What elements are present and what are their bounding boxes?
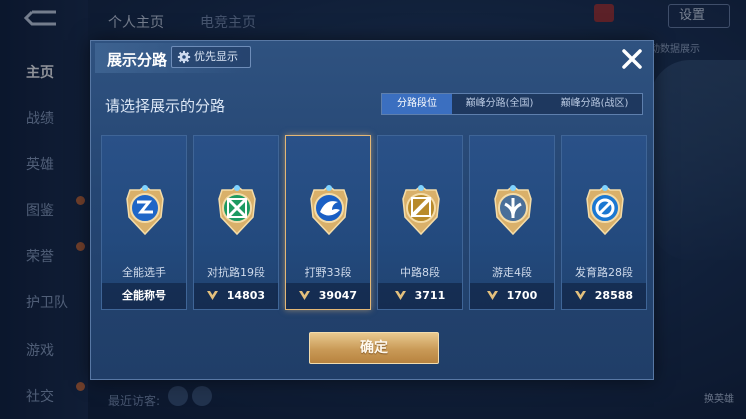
- lane-rank-label: 中路8段: [400, 266, 440, 279]
- lane-card-footer: 39047: [286, 283, 370, 309]
- lane-rank-label: 游走4段: [492, 266, 532, 279]
- rank-score-value: 1700: [506, 289, 538, 302]
- rank-score-value: 14803: [226, 289, 266, 302]
- rank-score-value: 28588: [594, 289, 634, 302]
- lane-card[interactable]: 中路8段 3711: [377, 135, 463, 310]
- priority-display-button[interactable]: 优先显示: [171, 46, 251, 68]
- rank-score-icon: [394, 291, 406, 300]
- all-rounder-icon: [126, 185, 164, 236]
- dialog-subtitle: 请选择展示的分路: [105, 97, 226, 115]
- lane-card-footer: 28588: [562, 283, 646, 309]
- display-lane-dialog: 展示分路 优先显示 请选择展示的分路 分路段位 巅峰分路(全国) 巅峰分路(战区…: [90, 40, 654, 380]
- lane-card-footer: 全能称号: [102, 283, 186, 309]
- mid-lane-icon: [402, 185, 440, 236]
- lane-card[interactable]: 打野33段 39047: [285, 135, 371, 310]
- lane-card-footer: 1700: [470, 283, 554, 309]
- priority-display-label: 优先显示: [194, 50, 238, 63]
- lane-card-list: 全能选手 全能称号 对抗路19段 14803 打野33段 39047 中路8段 …: [101, 135, 647, 310]
- segment-tabs: 分路段位 巅峰分路(全国) 巅峰分路(战区): [381, 93, 643, 115]
- rank-score-icon: [486, 291, 498, 300]
- rank-score-icon: [574, 291, 586, 300]
- rank-score-value: 3711: [414, 289, 446, 302]
- tab-lane-rank[interactable]: 分路段位: [382, 94, 452, 114]
- lane-rank-label: 发育路28段: [575, 266, 633, 279]
- dialog-title: 展示分路: [107, 51, 168, 69]
- rank-score-icon: [298, 291, 310, 300]
- title-label: 全能称号: [122, 289, 166, 302]
- lane-card-footer: 3711: [378, 283, 462, 309]
- gear-icon: [177, 50, 191, 64]
- jungle-icon: [310, 185, 348, 236]
- roam-icon: [494, 185, 532, 236]
- rank-score-value: 39047: [318, 289, 358, 302]
- lane-card[interactable]: 对抗路19段 14803: [193, 135, 279, 310]
- confirm-button[interactable]: 确定: [309, 332, 439, 364]
- close-button[interactable]: [618, 45, 646, 73]
- tab-peak-region[interactable]: 巅峰分路(战区): [547, 94, 642, 114]
- farm-lane-icon: [586, 185, 624, 236]
- tab-peak-national[interactable]: 巅峰分路(全国): [452, 94, 547, 114]
- lane-card[interactable]: 全能选手 全能称号: [101, 135, 187, 310]
- lane-card[interactable]: 游走4段 1700: [469, 135, 555, 310]
- clash-lane-icon: [218, 185, 256, 236]
- lane-rank-label: 对抗路19段: [207, 266, 265, 279]
- lane-rank-label: 打野33段: [304, 266, 352, 279]
- lane-rank-label: 全能选手: [122, 266, 166, 279]
- lane-card[interactable]: 发育路28段 28588: [561, 135, 647, 310]
- lane-card-footer: 14803: [194, 283, 278, 309]
- rank-score-icon: [206, 291, 218, 300]
- close-icon: [622, 49, 642, 69]
